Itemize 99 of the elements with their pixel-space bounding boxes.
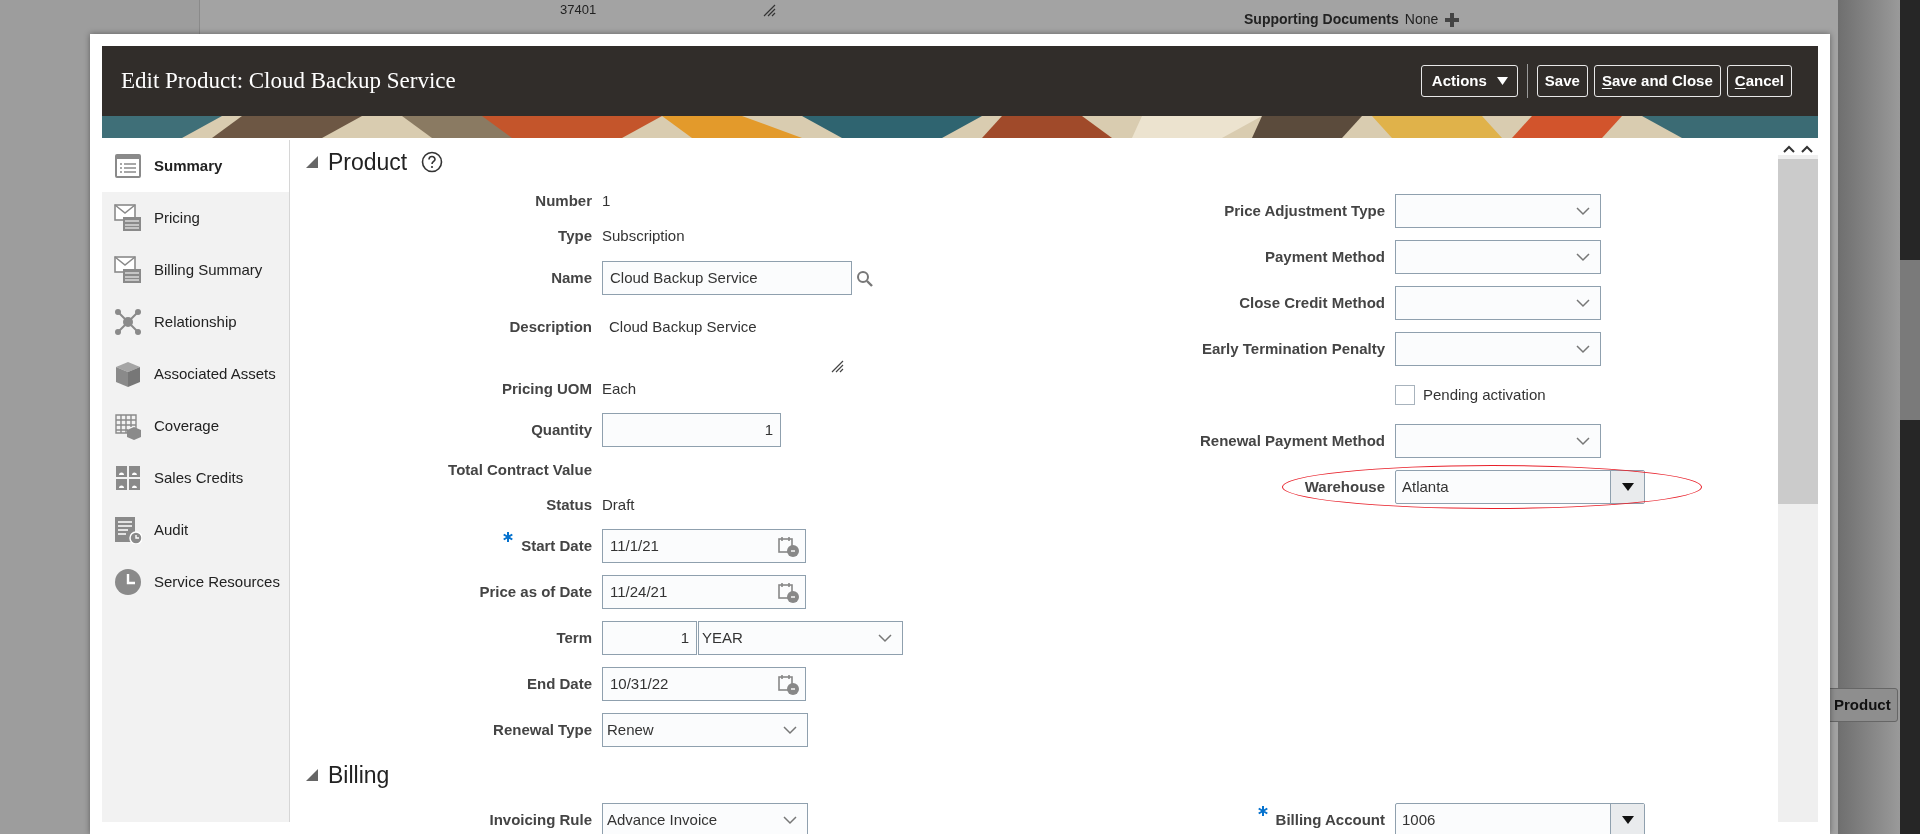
chevron-down-icon: [877, 633, 893, 643]
calendar-icon[interactable]: [778, 535, 799, 557]
scroll-up-icon[interactable]: [1800, 143, 1814, 155]
dropdown-field[interactable]: [1395, 332, 1601, 366]
chevron-down-icon: [782, 815, 798, 825]
cube-icon: [114, 360, 142, 388]
sidebar-item[interactable]: Audit: [102, 504, 289, 556]
dropdown-field[interactable]: [1395, 194, 1601, 228]
scrollbar[interactable]: [1778, 140, 1818, 822]
list-icon: [114, 152, 142, 180]
toolbar-button[interactable]: Save and Close: [1593, 65, 1721, 97]
field-label: Quantity: [531, 419, 592, 440]
dropdown-field[interactable]: [1395, 240, 1601, 274]
grid-icon: [114, 412, 142, 440]
calendar-icon[interactable]: [778, 673, 799, 695]
dropdown-field[interactable]: YEAR: [698, 621, 903, 655]
scroll-thumb[interactable]: [1900, 260, 1920, 420]
field-value: Subscription: [602, 226, 685, 247]
field-value: Draft: [602, 495, 635, 516]
sidebar-item[interactable]: Billing Summary: [102, 244, 289, 296]
field-label: Price as of Date: [479, 581, 592, 602]
dropdown-field[interactable]: Advance Invoice: [602, 803, 808, 834]
add-icon[interactable]: [1444, 11, 1461, 28]
field-label: Type: [558, 226, 592, 247]
field-label: Early Termination Penalty: [1201, 338, 1385, 359]
date-field[interactable]: 10/31/22: [602, 667, 806, 701]
field-label: End Date: [527, 673, 592, 694]
dropdown-field[interactable]: [1395, 286, 1601, 320]
field-label: Renewal Type: [493, 719, 592, 740]
sidebar-item[interactable]: Associated Assets: [102, 348, 289, 400]
resize-grip-icon: [762, 3, 776, 17]
collapse-icon[interactable]: [306, 156, 318, 168]
resize-grip-icon[interactable]: [830, 358, 844, 373]
field-value: None: [1404, 10, 1439, 29]
sidebar-item[interactable]: Pricing: [102, 192, 289, 244]
tiles-icon: [114, 464, 142, 492]
product-button[interactable]: Product: [1827, 688, 1898, 722]
chevron-down-icon: [1575, 436, 1591, 446]
chevron-down-icon: [1575, 206, 1591, 216]
field-label: Payment Method: [1265, 246, 1385, 267]
field-value: 1: [602, 191, 611, 212]
field-label: Start Date: [521, 535, 592, 556]
field-label: Term: [556, 627, 592, 648]
date-field[interactable]: 11/24/21: [602, 575, 806, 609]
caret-icon[interactable]: [1621, 483, 1634, 491]
field-label: Pricing UOM: [502, 379, 592, 400]
field-label: Name: [551, 267, 592, 288]
sidebar-item[interactable]: Coverage: [102, 400, 289, 452]
caret-icon: [1496, 77, 1508, 85]
checkbox-label: Pending activation: [1423, 384, 1546, 405]
sidebar-item[interactable]: Service Resources: [102, 556, 289, 608]
collapse-icon[interactable]: [306, 769, 318, 781]
sidebar-item[interactable]: Sales Credits: [102, 452, 289, 504]
field-label: Close Credit Method: [1239, 292, 1385, 313]
field-label: Price Adjustment Type: [1224, 200, 1385, 221]
nodes-icon: [114, 308, 142, 336]
checkbox[interactable]: [1395, 385, 1415, 405]
actions-menu-button[interactable]: Actions: [1420, 65, 1518, 97]
field-label: Number: [535, 191, 592, 212]
combo-box[interactable]: Atlanta: [1395, 470, 1645, 504]
search-icon[interactable]: [856, 269, 873, 287]
section-title: Product: [328, 147, 408, 177]
chevron-down-icon: [782, 725, 798, 735]
envelope-icon: [114, 256, 142, 284]
record-number: 37401: [560, 1, 597, 19]
field-value: Each: [602, 379, 637, 400]
input-field[interactable]: 1: [602, 413, 781, 447]
field-label: Supporting Documents: [1244, 10, 1399, 29]
input-field[interactable]: 1: [602, 621, 697, 655]
date-field[interactable]: 11/1/21: [602, 529, 806, 563]
clock-icon: [114, 568, 142, 596]
field-label: Billing Account: [1275, 809, 1385, 830]
document-clock-icon: [114, 516, 142, 544]
dropdown-field[interactable]: [1395, 424, 1601, 458]
caret-icon[interactable]: [1621, 816, 1634, 824]
combo-box[interactable]: 1006: [1395, 803, 1645, 834]
field-value: Cloud Backup Service: [609, 317, 758, 337]
field-label: Renewal Payment Method: [1199, 430, 1385, 451]
field-label: Status: [546, 495, 592, 516]
section-title: Billing: [328, 760, 390, 790]
help-icon[interactable]: [421, 151, 444, 173]
toolbar-button[interactable]: Save: [1536, 65, 1588, 97]
scroll-thumb[interactable]: [1778, 159, 1818, 504]
sidebar-item[interactable]: Summary: [102, 140, 289, 192]
chevron-down-icon: [1575, 252, 1591, 262]
calendar-icon[interactable]: [778, 581, 799, 603]
field-label: Description: [509, 317, 592, 337]
sidebar-item[interactable]: Relationship: [102, 296, 289, 348]
envelope-icon: [114, 204, 142, 232]
dialog-title: Edit Product: Cloud Backup Service: [121, 66, 456, 95]
scroll-up-icon[interactable]: [1782, 143, 1796, 155]
toolbar-button[interactable]: Cancel: [1726, 65, 1792, 97]
field-label: Invoicing Rule: [489, 809, 592, 830]
field-label: Total Contract Value: [448, 460, 592, 481]
field-label: Warehouse: [1304, 476, 1385, 497]
dropdown-field[interactable]: Renew: [602, 713, 808, 747]
input-field[interactable]: Cloud Backup Service: [602, 261, 852, 295]
chevron-down-icon: [1575, 344, 1591, 354]
chevron-down-icon: [1575, 298, 1591, 308]
